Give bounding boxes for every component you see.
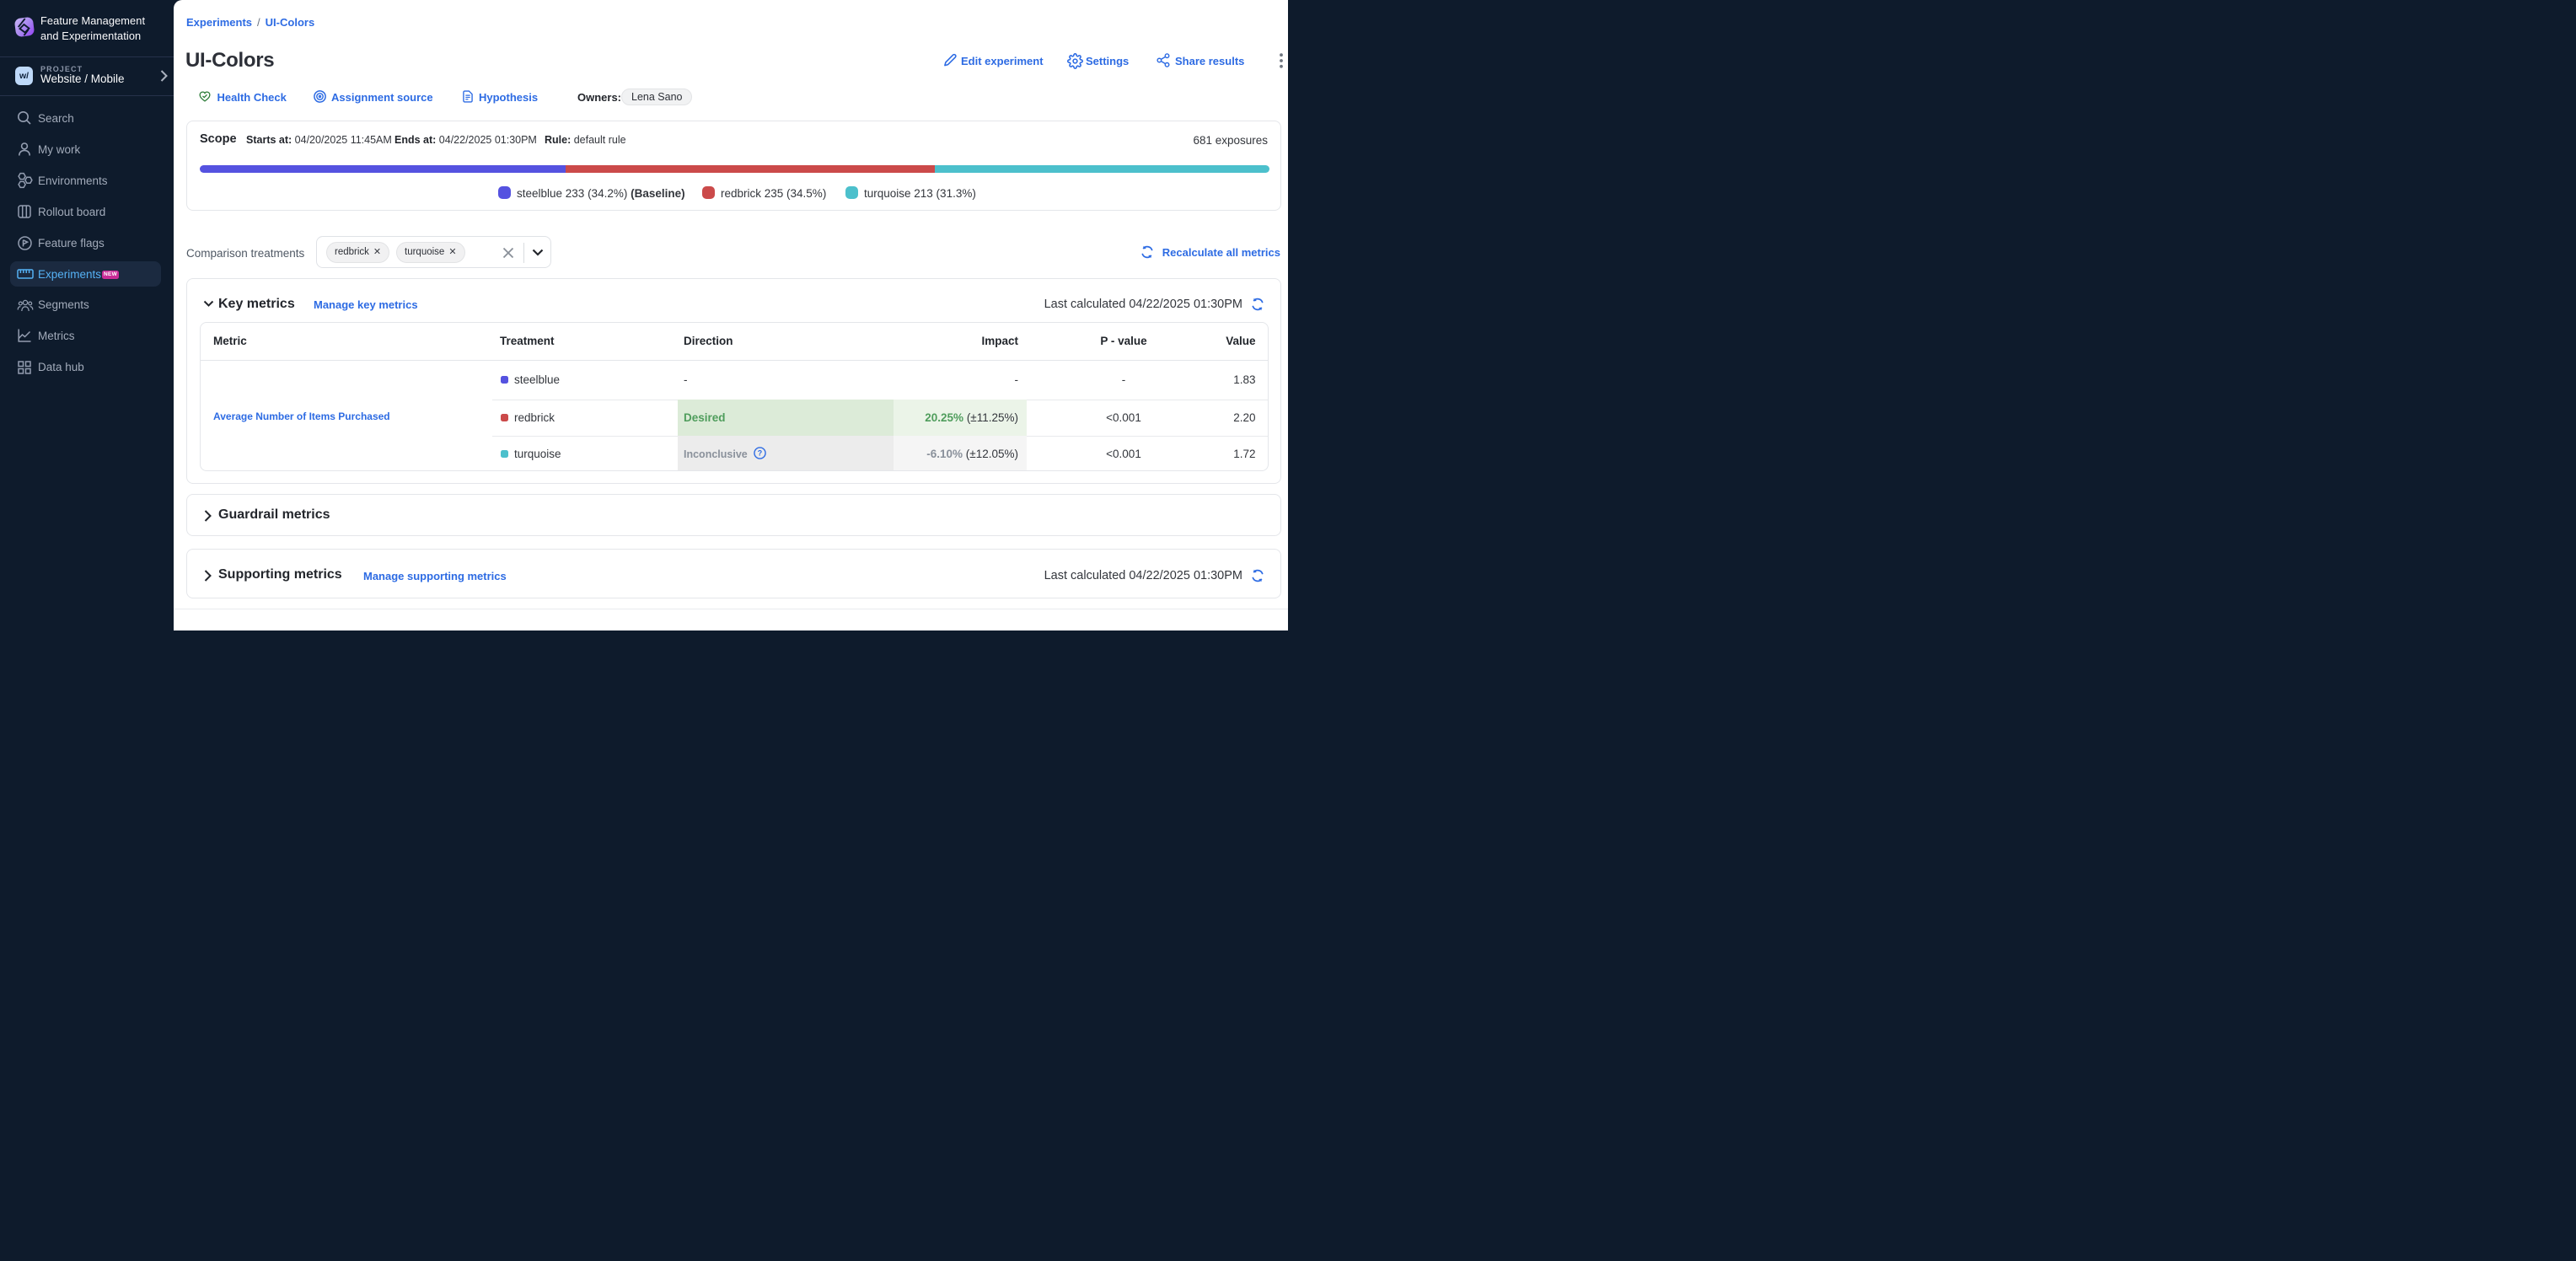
svg-text:?: ? [758,449,762,458]
